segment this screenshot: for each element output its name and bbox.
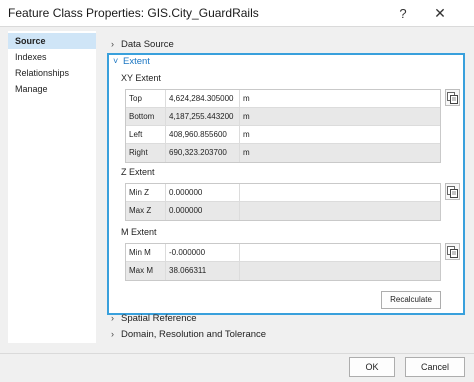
- footer-divider: [0, 353, 474, 354]
- section-extent[interactable]: ˅ Extent: [113, 56, 150, 67]
- row-unit: [240, 202, 440, 220]
- title-bar: Feature Class Properties: GIS.City_Guard…: [0, 0, 474, 26]
- chevron-right-icon: ›: [111, 39, 114, 49]
- section-label: Data Source: [121, 39, 174, 50]
- section-spatial-reference[interactable]: › Spatial Reference: [111, 313, 197, 324]
- row-unit: [240, 244, 440, 261]
- extent-panel: ˅ Extent XY Extent Top 4,624,284.305000 m…: [107, 53, 465, 315]
- copy-xy-button[interactable]: [445, 89, 460, 106]
- row-unit: m: [243, 148, 250, 157]
- copy-icon: [447, 91, 458, 104]
- row-label: Right: [126, 144, 166, 162]
- row-unit: [240, 184, 440, 201]
- row-label: Left: [126, 126, 166, 143]
- xy-extent-table: Top 4,624,284.305000 m Bottom 4,187,255.…: [125, 89, 441, 163]
- copy-z-button[interactable]: [445, 183, 460, 200]
- content-panel: › Data Source ˅ Extent XY Extent Top 4,624…: [101, 31, 467, 343]
- row-unit: m: [243, 94, 250, 103]
- row-label: Top: [126, 90, 166, 107]
- z-extent-label: Z Extent: [121, 167, 155, 177]
- row-value[interactable]: -0.000000: [166, 244, 240, 261]
- chevron-right-icon: ›: [111, 329, 114, 339]
- cancel-button[interactable]: Cancel: [405, 357, 465, 377]
- copy-m-button[interactable]: [445, 243, 460, 260]
- sidebar: Source Indexes Relationships Manage: [8, 31, 96, 343]
- m-extent-label: M Extent: [121, 227, 157, 237]
- dialog-body: Source Indexes Relationships Manage › Dat…: [0, 26, 474, 382]
- m-extent-table: Min M -0.000000 Max M 38.066311: [125, 243, 441, 281]
- table-row: Right 690,323.203700 m: [126, 144, 440, 162]
- chevron-down-icon: ˅: [113, 56, 119, 66]
- row-label: Min Z: [126, 184, 166, 201]
- section-label: Extent: [123, 56, 150, 67]
- section-label: Spatial Reference: [121, 313, 197, 324]
- row-value[interactable]: 0.000000: [166, 184, 240, 201]
- table-row: Max Z 0.000000: [126, 202, 440, 220]
- row-value[interactable]: 4,624,284.305000: [166, 90, 240, 107]
- chevron-right-icon: ›: [111, 313, 114, 323]
- sidebar-item-manage[interactable]: Manage: [8, 81, 96, 97]
- row-unit: m: [243, 130, 250, 139]
- row-value[interactable]: 0.000000: [166, 202, 240, 220]
- row-value[interactable]: 38.066311: [166, 262, 240, 280]
- copy-icon: [447, 245, 458, 258]
- ok-button[interactable]: OK: [349, 357, 395, 377]
- window-title: Feature Class Properties: GIS.City_Guard…: [8, 6, 259, 20]
- row-unit: [240, 262, 440, 280]
- recalculate-button[interactable]: Recalculate: [381, 291, 441, 309]
- table-row: Min Z 0.000000: [126, 184, 440, 202]
- row-label: Min M: [126, 244, 166, 261]
- sidebar-item-indexes[interactable]: Indexes: [8, 49, 96, 65]
- table-row: Bottom 4,187,255.443200 m: [126, 108, 440, 126]
- table-row: Top 4,624,284.305000 m: [126, 90, 440, 108]
- section-label: Domain, Resolution and Tolerance: [121, 329, 267, 340]
- section-domain[interactable]: › Domain, Resolution and Tolerance: [111, 329, 266, 340]
- table-row: Left 408,960.855600 m: [126, 126, 440, 144]
- xy-extent-label: XY Extent: [121, 73, 161, 83]
- close-button[interactable]: ✕: [425, 0, 455, 26]
- row-unit: m: [243, 112, 250, 121]
- table-row: Max M 38.066311: [126, 262, 440, 280]
- row-label: Max M: [126, 262, 166, 280]
- help-button[interactable]: ?: [388, 0, 418, 26]
- sidebar-item-relationships[interactable]: Relationships: [8, 65, 96, 81]
- row-value[interactable]: 690,323.203700: [166, 144, 240, 162]
- table-row: Min M -0.000000: [126, 244, 440, 262]
- row-label: Bottom: [126, 108, 166, 125]
- sidebar-item-source[interactable]: Source: [8, 33, 96, 49]
- copy-icon: [447, 185, 458, 198]
- section-data-source[interactable]: › Data Source: [111, 39, 174, 50]
- row-value[interactable]: 4,187,255.443200: [166, 108, 240, 125]
- z-extent-table: Min Z 0.000000 Max Z 0.000000: [125, 183, 441, 221]
- row-value[interactable]: 408,960.855600: [166, 126, 240, 143]
- row-label: Max Z: [126, 202, 166, 220]
